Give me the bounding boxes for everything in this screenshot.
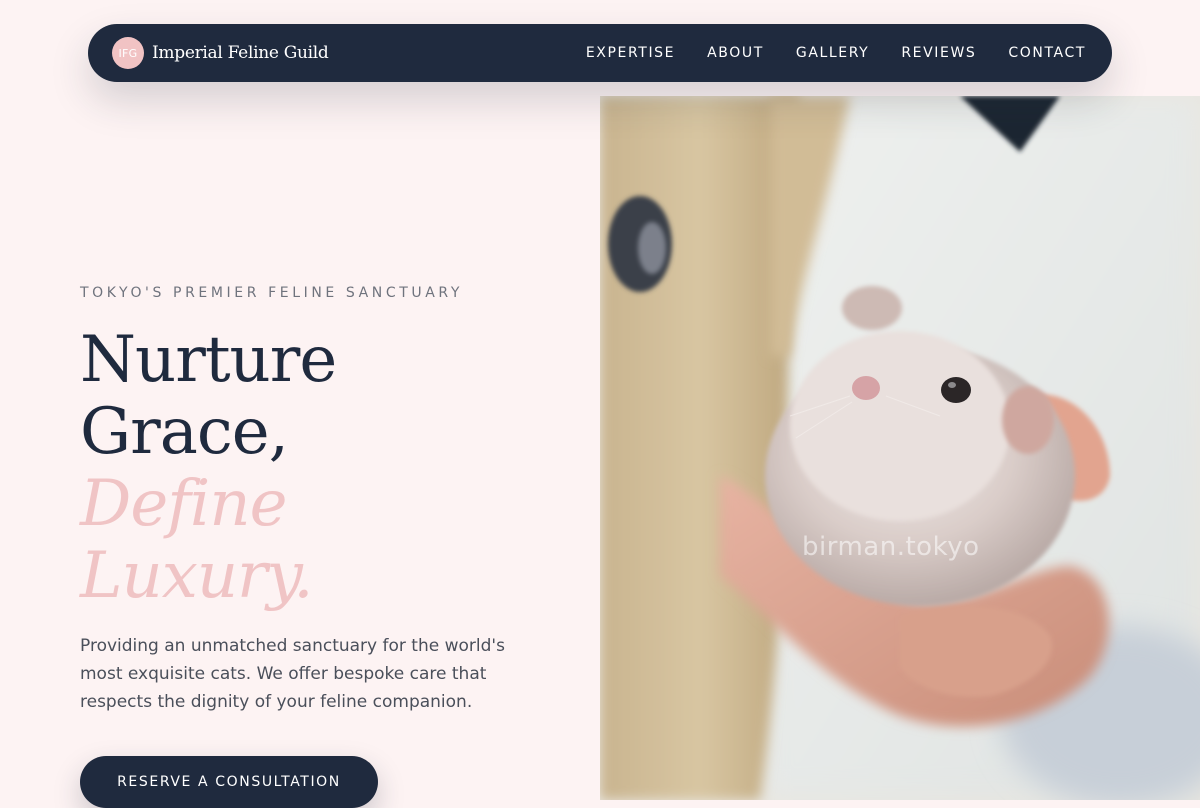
brand-name: Imperial Feline Guild	[152, 43, 329, 63]
headline-line-1: Nurture	[80, 323, 337, 397]
hero-headline: Nurture Grace, Define Luxury.	[80, 323, 337, 613]
hero-photo	[600, 96, 1200, 800]
hamster-in-hand-image	[600, 96, 1200, 800]
hero-description: Providing an unmatched sanctuary for the…	[80, 636, 505, 712]
brand-badge-icon: IFG	[112, 37, 144, 69]
top-navbar: IFG Imperial Feline Guild EXPERTISE ABOU…	[88, 24, 1112, 82]
nav-link-expertise[interactable]: EXPERTISE	[586, 45, 675, 61]
nav-link-gallery[interactable]: GALLERY	[796, 45, 869, 61]
hero-eyebrow: TOKYO'S PREMIER FELINE SANCTUARY	[80, 285, 464, 301]
nav-link-about[interactable]: ABOUT	[707, 45, 764, 61]
nav-link-contact[interactable]: CONTACT	[1008, 45, 1086, 61]
headline-line-2: Grace,	[80, 395, 289, 469]
nav-link-reviews[interactable]: REVIEWS	[901, 45, 976, 61]
brand-logo-link[interactable]: IFG Imperial Feline Guild	[112, 37, 329, 69]
reserve-consultation-button[interactable]: RESERVE A CONSULTATION	[80, 756, 378, 808]
headline-line-4: Luxury.	[80, 539, 314, 613]
nav-links: EXPERTISE ABOUT GALLERY REVIEWS CONTACT	[586, 45, 1086, 61]
headline-line-3: Define	[80, 467, 287, 541]
